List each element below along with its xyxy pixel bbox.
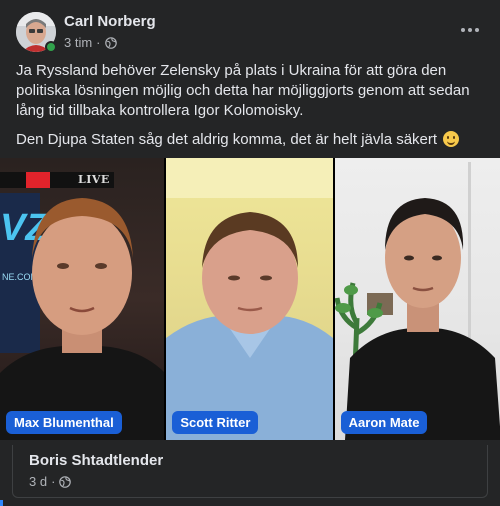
comment-item: Boris Shtadtlender 3 d ·: [12, 445, 488, 498]
scroll-indicator: [0, 500, 3, 506]
comment-meta-separator: ·: [51, 474, 56, 489]
more-dot: [475, 28, 479, 32]
comment-timestamp[interactable]: 3 d: [29, 474, 47, 489]
post-message: Ja Ryssland behöver Zelensky på plats i …: [16, 61, 486, 159]
post-timestamp[interactable]: 3 tim: [64, 35, 92, 50]
person-scott: [166, 158, 333, 440]
video-panel-aaron: Aaron Mate: [334, 158, 500, 440]
globe-icon[interactable]: [59, 475, 72, 488]
more-options-button[interactable]: [458, 20, 482, 40]
video-player[interactable]: VZ NE.COM LIVE Max Blumenthal Scott Ritt…: [0, 158, 500, 440]
participant-name-tag: Max Blumenthal: [6, 411, 122, 434]
post-paragraph-1: Ja Ryssland behöver Zelensky på plats i …: [16, 62, 470, 119]
meta-separator: ·: [96, 35, 101, 50]
feed-post: Carl Norberg 3 tim · Ja Ryssland behöver…: [0, 0, 500, 506]
person-aaron: [344, 198, 500, 440]
slightly-smiling-face-icon: [443, 131, 460, 147]
video-panel-scott: Scott Ritter: [166, 158, 333, 440]
post-paragraph-2: Den Djupa Staten såg det aldrig komma, d…: [16, 130, 486, 150]
person-max: [0, 198, 165, 440]
comment-author-name[interactable]: Boris Shtadtlender: [29, 452, 163, 469]
author-avatar[interactable]: [16, 12, 57, 53]
post-paragraph-2-text: Den Djupa Staten såg det aldrig komma, d…: [16, 131, 438, 148]
post-meta: 3 tim ·: [64, 35, 117, 50]
post-author-name[interactable]: Carl Norberg: [64, 13, 156, 30]
online-status-dot: [45, 41, 57, 53]
globe-icon[interactable]: [104, 36, 117, 49]
more-dot: [468, 28, 472, 32]
participant-name-tag: Scott Ritter: [172, 411, 259, 434]
participant-name-tag: Aaron Mate: [340, 411, 428, 434]
comment-meta: 3 d ·: [29, 474, 72, 489]
more-horizontal-icon: [461, 28, 465, 32]
video-panel-max: VZ NE.COM LIVE Max Blumenthal: [0, 158, 165, 440]
